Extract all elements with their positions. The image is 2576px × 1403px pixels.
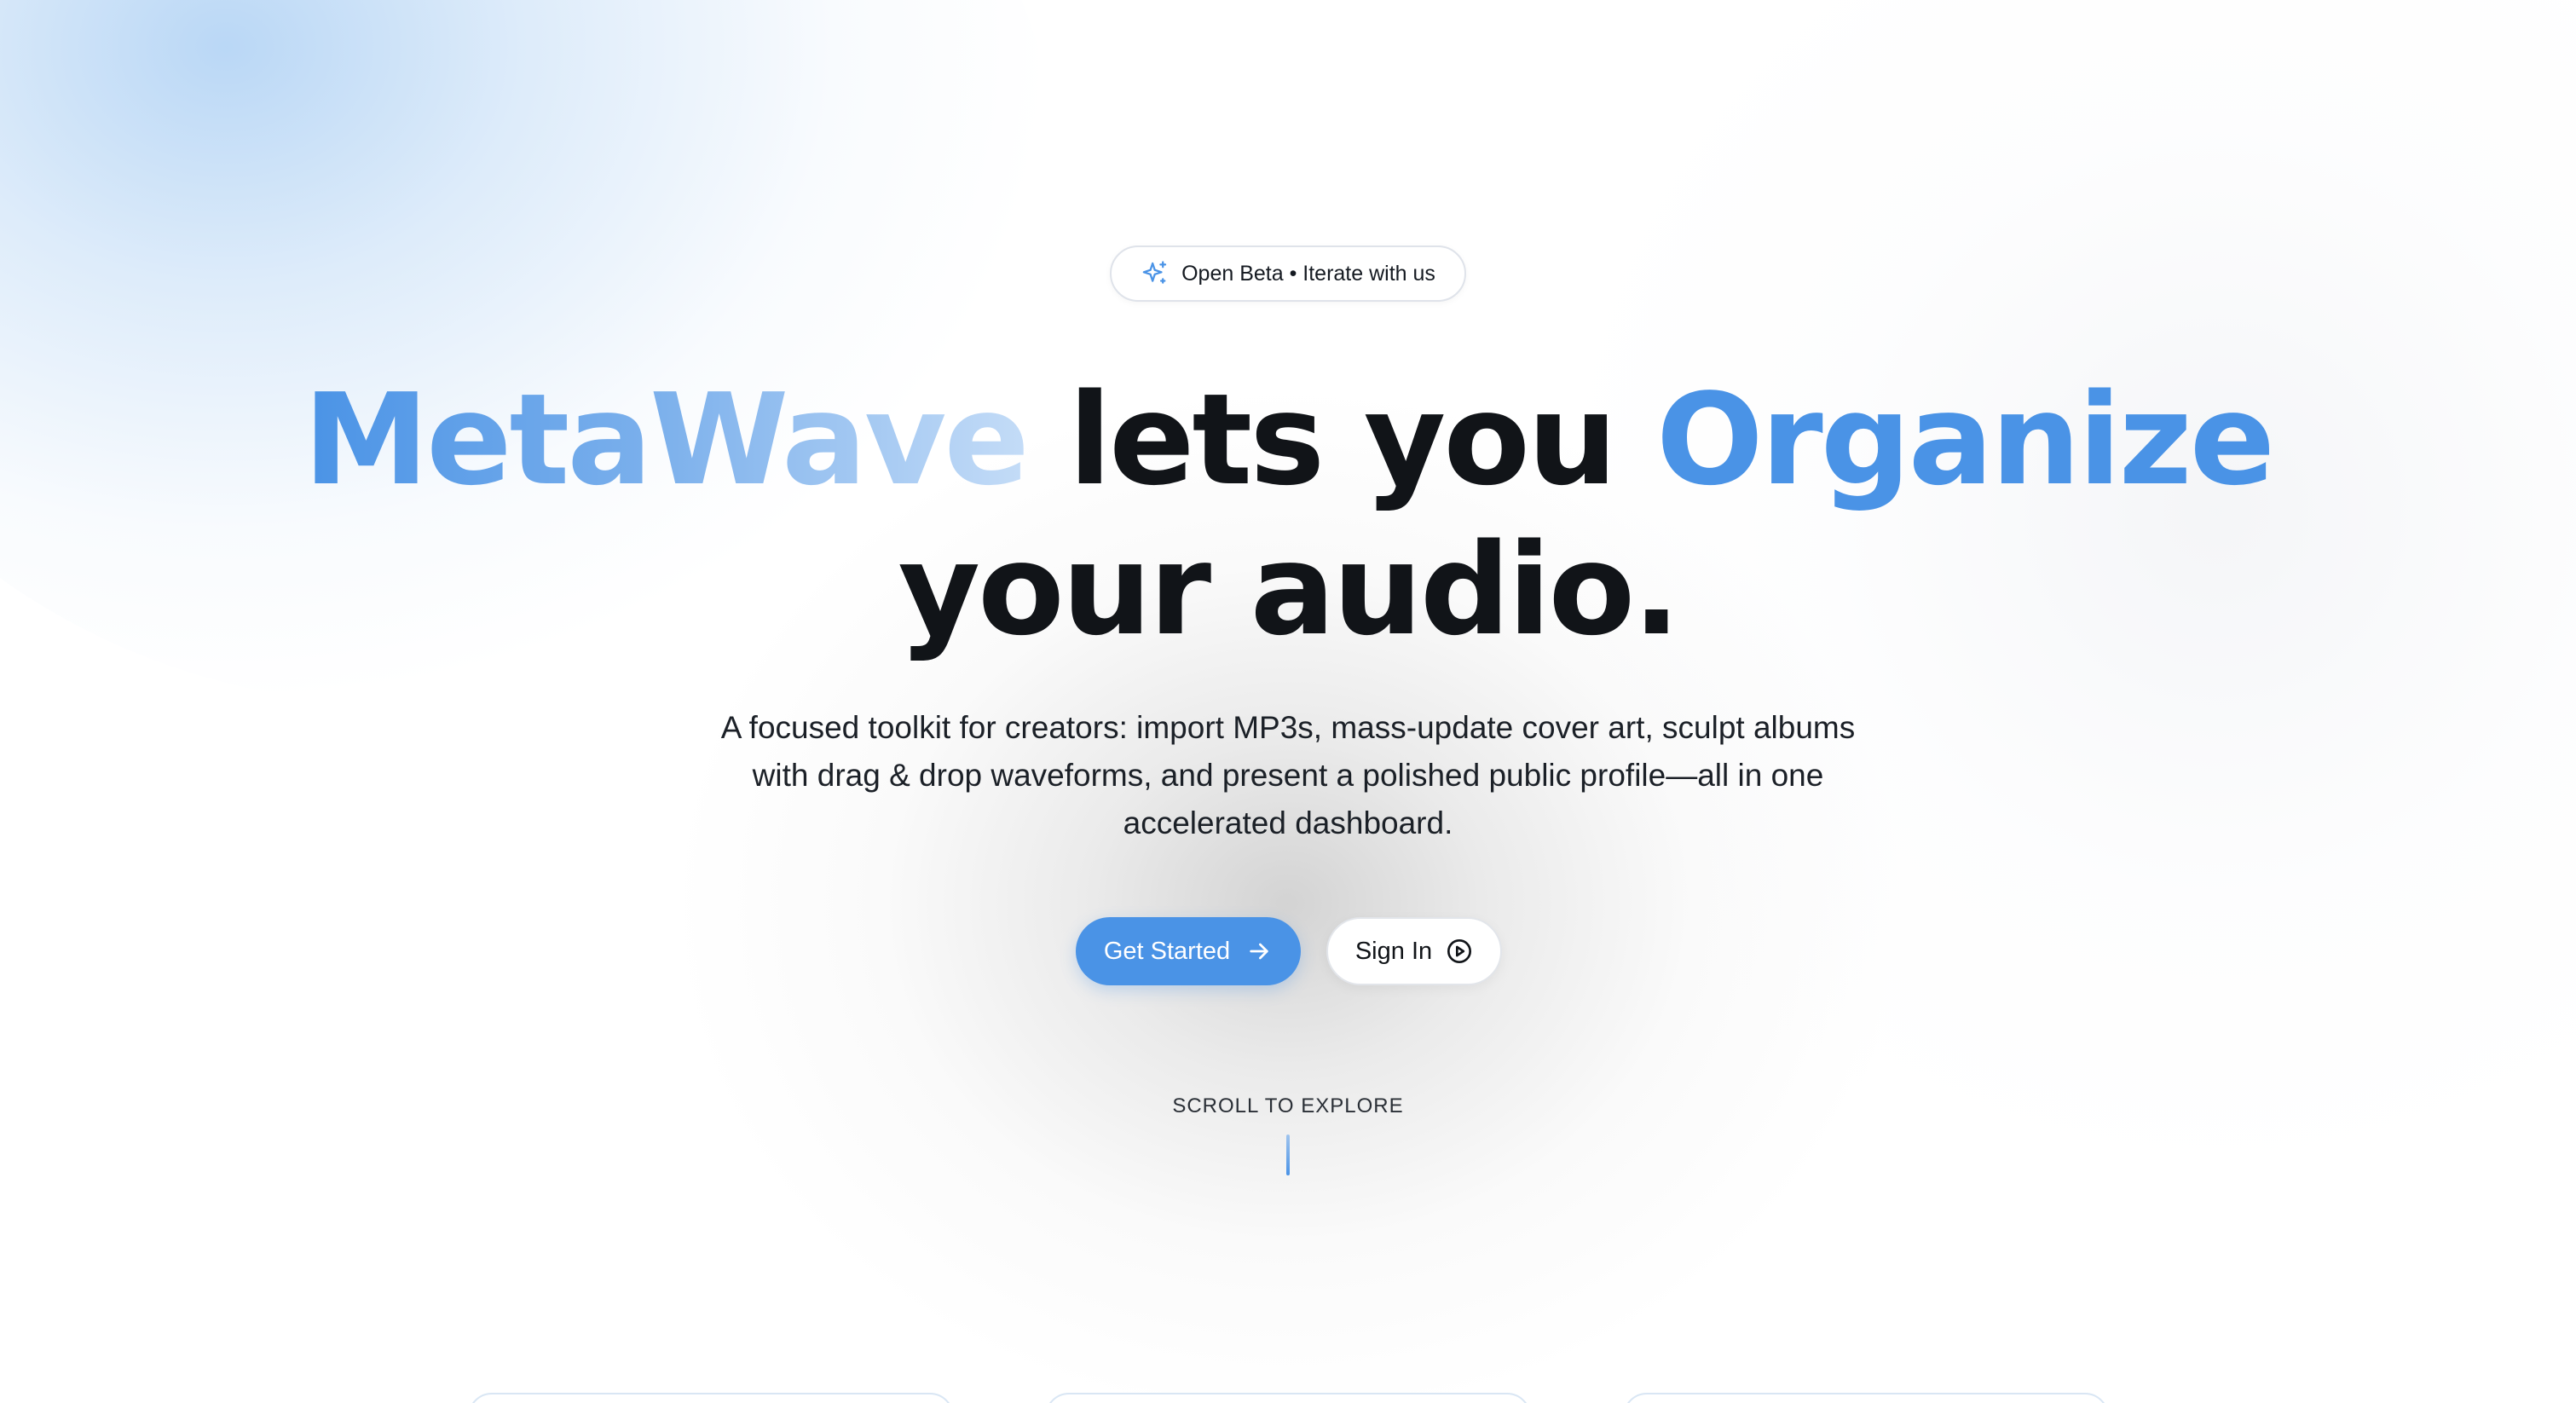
play-circle-icon — [1447, 939, 1472, 963]
sign-in-button[interactable]: Sign In — [1326, 917, 1502, 985]
beta-badge: Open Beta • Iterate with us — [1110, 245, 1466, 302]
landing-page: Open Beta • Iterate with us MetaWave let… — [0, 0, 2576, 1403]
feature-card — [1623, 1393, 2109, 1403]
scroll-hint: SCROLL TO EXPLORE — [1172, 1094, 1404, 1117]
sparkles-icon — [1142, 261, 1167, 284]
arrow-right-icon — [1250, 943, 1268, 960]
get-started-button[interactable]: Get Started — [1076, 917, 1301, 985]
hero-description: A focused toolkit for creators: import M… — [720, 710, 1856, 840]
headline-accent-word: Organize — [1655, 367, 2275, 513]
brand-name: MetaWave — [303, 367, 1030, 513]
scroll-indicator — [1286, 1135, 1290, 1175]
headline-connector: lets you — [1026, 367, 1656, 513]
get-started-label: Get Started — [1103, 937, 1231, 965]
feature-card — [1045, 1393, 1531, 1403]
hero-headline-line-1: MetaWave lets you Organize — [0, 377, 2576, 503]
sign-in-label: Sign In — [1354, 937, 1433, 965]
beta-badge-text: Open Beta • Iterate with us — [1181, 261, 1435, 286]
hero-headline-line-2: your audio. — [898, 517, 1681, 663]
feature-card — [468, 1393, 954, 1403]
